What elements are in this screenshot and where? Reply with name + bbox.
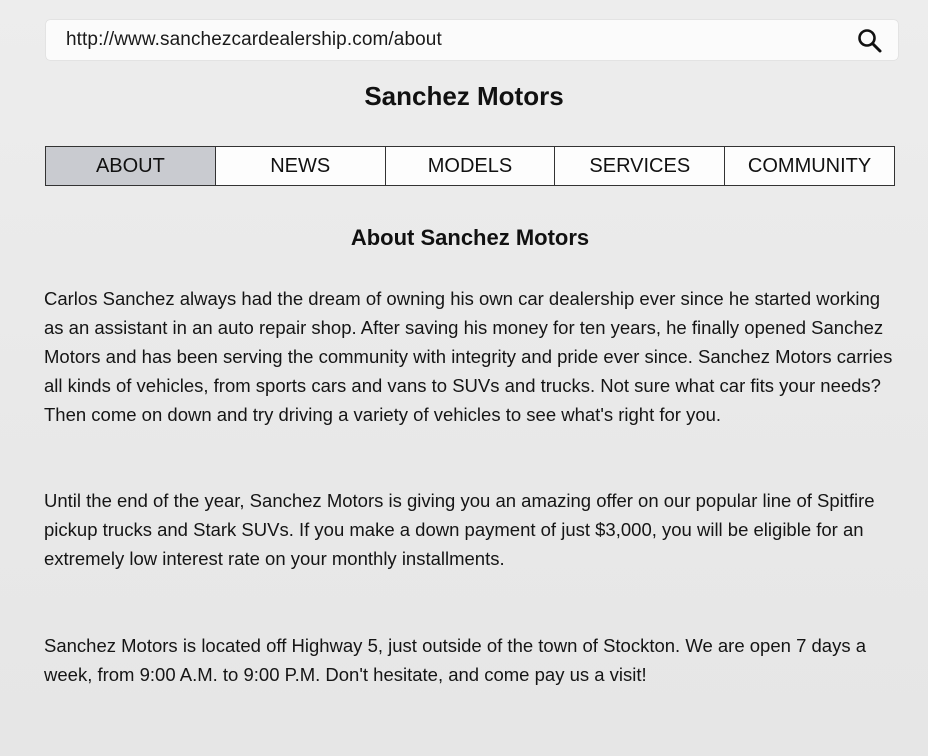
main-navigation: ABOUT NEWS MODELS SERVICES COMMUNITY (45, 146, 895, 186)
search-icon[interactable] (856, 27, 884, 55)
page-heading: About Sanchez Motors (350, 225, 590, 250)
tab-about[interactable]: ABOUT (46, 147, 216, 185)
site-title: Sanchez Motors (364, 81, 564, 111)
url-text[interactable]: http://www.sanchezcardealership.com/abou… (66, 29, 442, 51)
address-bar[interactable]: http://www.sanchezcardealership.com/abou… (46, 20, 898, 60)
web-page: http://www.sanchezcardealership.com/abou… (0, 0, 928, 756)
tab-models[interactable]: MODELS (386, 147, 556, 185)
tab-community[interactable]: COMMUNITY (725, 147, 894, 185)
tab-news[interactable]: NEWS (216, 147, 386, 185)
tab-services[interactable]: SERVICES (555, 147, 726, 185)
location-paragraph: Sanchez Motors is located off Highway 5,… (44, 635, 867, 685)
about-paragraph: Carlos Sanchez always had the dream of o… (44, 288, 893, 425)
offer-paragraph: Until the end of the year, Sanchez Motor… (44, 490, 875, 569)
